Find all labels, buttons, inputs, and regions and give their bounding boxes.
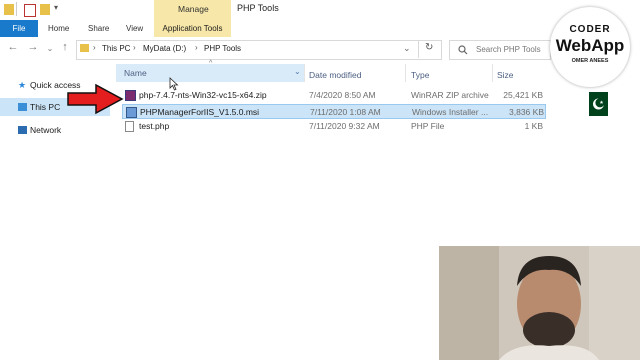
pakistan-flag-icon xyxy=(584,92,608,116)
title-bar xyxy=(0,0,640,20)
computer-icon xyxy=(18,103,27,111)
column-header-date[interactable]: Date modified xyxy=(309,68,361,82)
back-button[interactable]: ← xyxy=(6,41,20,53)
properties-icon[interactable] xyxy=(24,4,36,17)
folder-icon xyxy=(4,4,14,15)
star-icon: ★ xyxy=(18,80,27,90)
breadcrumb-mydata[interactable]: MyData (D:) xyxy=(143,44,186,53)
divider xyxy=(405,64,406,82)
column-header-type[interactable]: Type xyxy=(411,68,429,82)
php-file-icon xyxy=(125,121,134,132)
file-size: 25,421 KB xyxy=(503,90,543,100)
tab-share[interactable]: Share xyxy=(88,20,109,37)
file-row-php-zip[interactable]: php-7.4.7-nts-Win32-vc15-x64.zip 7/4/202… xyxy=(122,88,546,103)
file-date: 7/4/2020 8:50 AM xyxy=(309,90,376,100)
file-row-test-php[interactable]: test.php 7/11/2020 9:32 AM PHP File 1 KB xyxy=(122,119,546,134)
tab-application-tools[interactable]: Application Tools xyxy=(154,20,231,37)
search-input[interactable]: Search PHP Tools xyxy=(449,40,551,60)
file-row-php-manager-msi[interactable]: PHPManagerForIIS_V1.5.0.msi 7/11/2020 1:… xyxy=(122,104,546,119)
up-button[interactable]: ↑ xyxy=(58,41,72,53)
logo-top-text: CODER xyxy=(569,24,611,35)
network-icon xyxy=(18,126,27,134)
file-type: Windows Installer ... xyxy=(412,107,489,117)
tab-home[interactable]: Home xyxy=(48,20,69,37)
address-bar[interactable] xyxy=(76,40,442,60)
breadcrumb-separator-icon: › xyxy=(133,43,136,52)
file-name: test.php xyxy=(139,121,170,131)
sort-ascending-icon: ^ xyxy=(209,60,213,67)
column-label: Name xyxy=(124,68,147,78)
new-folder-icon[interactable] xyxy=(40,4,50,15)
refresh-icon: ↻ xyxy=(425,42,434,53)
column-header-size[interactable]: Size xyxy=(497,68,514,82)
breadcrumb-this-pc[interactable]: This PC xyxy=(102,44,130,53)
file-size: 1 KB xyxy=(524,121,543,131)
divider xyxy=(492,64,493,82)
search-placeholder: Search PHP Tools xyxy=(476,45,541,54)
refresh-button[interactable]: ↻ xyxy=(418,40,441,58)
file-size: 3,836 KB xyxy=(509,107,544,117)
channel-logo: CODER WebApp OMER ANEES xyxy=(550,7,630,87)
webcam-video-overlay xyxy=(439,246,640,360)
file-date: 7/11/2020 1:08 AM xyxy=(310,107,381,117)
quick-access-dropdown-icon[interactable]: ▾ xyxy=(54,3,58,12)
msi-installer-icon xyxy=(126,107,137,118)
manage-label: Manage xyxy=(178,4,209,14)
file-name: PHPManagerForIIS_V1.5.0.msi xyxy=(140,107,260,117)
winrar-archive-icon xyxy=(125,90,136,101)
manage-tab[interactable]: Manage xyxy=(154,0,231,20)
address-dropdown-icon[interactable]: ⌄ xyxy=(403,43,411,54)
search-icon xyxy=(458,45,468,55)
file-type: WinRAR ZIP archive xyxy=(411,90,489,100)
column-header-name[interactable]: Name ^ ⌄ xyxy=(116,60,305,82)
file-tab[interactable]: File xyxy=(0,20,38,37)
file-date: 7/11/2020 9:32 AM xyxy=(309,121,380,131)
red-arrow-annotation-icon xyxy=(67,83,124,115)
file-name: php-7.4.7-nts-Win32-vc15-x64.zip xyxy=(139,90,267,100)
column-dropdown-icon[interactable]: ⌄ xyxy=(294,67,301,76)
mouse-cursor-icon xyxy=(169,77,179,91)
file-type: PHP File xyxy=(411,121,445,131)
breadcrumb-php-tools[interactable]: PHP Tools xyxy=(204,44,241,53)
logo-main-text: WebApp xyxy=(555,36,625,55)
divider xyxy=(304,64,305,82)
recent-locations-icon[interactable]: ⌄ xyxy=(43,44,57,53)
breadcrumb-separator-icon: › xyxy=(93,43,96,52)
sidebar-item-label: This PC xyxy=(30,102,61,112)
tab-view[interactable]: View xyxy=(126,20,143,37)
sidebar-item-label: Network xyxy=(30,125,62,135)
logo-bottom-text: OMER ANEES xyxy=(571,58,609,64)
folder-icon xyxy=(80,44,89,52)
presenter-image xyxy=(439,246,640,360)
window-title: PHP Tools xyxy=(237,3,279,13)
divider xyxy=(16,2,17,16)
sidebar-item-network[interactable]: Network xyxy=(0,121,110,139)
forward-button[interactable]: → xyxy=(26,41,40,53)
breadcrumb-separator-icon: › xyxy=(195,43,198,52)
